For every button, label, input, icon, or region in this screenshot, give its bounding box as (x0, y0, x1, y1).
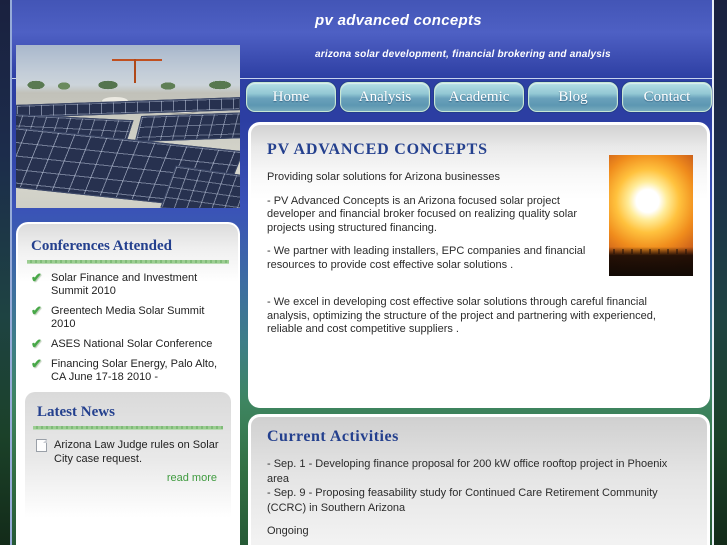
nav-blog-button[interactable]: Blog (528, 82, 618, 112)
news-list-item: Arizona Law Judge rules on Solar City ca… (36, 438, 221, 466)
conference-label: Financing Solar Energy, Palo Alto, CA Ju… (51, 358, 218, 383)
activity-line: Ongoing (267, 525, 309, 537)
latest-news-card: Latest News Arizona Law Judge rules on S… (25, 392, 231, 545)
current-activities-card: Current Activities - Sep. 1 - Developing… (248, 414, 710, 545)
latest-news-heading: Latest News (37, 404, 115, 420)
activity-line: - Sep. 9 - Proposing feasability study f… (267, 487, 658, 514)
check-icon: ✔ (31, 303, 42, 318)
activity-line: - Sep. 1 - Developing finance proposal f… (267, 458, 668, 485)
main-navigation: Home Analysis Academic Blog Contact (246, 82, 712, 112)
conference-label: Solar Finance and Investment Summit 2010 (51, 272, 198, 297)
check-icon: ✔ (31, 356, 42, 371)
sunset-photo (609, 155, 693, 276)
conference-label: Greentech Media Solar Summit 2010 (51, 305, 205, 330)
check-icon: ✔ (31, 270, 42, 285)
nav-home-button[interactable]: Home (246, 82, 336, 112)
document-icon (36, 439, 47, 452)
conference-list-item: ✔ ASES National Solar Conference (31, 336, 227, 351)
nav-contact-button[interactable]: Contact (622, 82, 712, 112)
green-divider (27, 260, 229, 264)
sidebar: Conferences Attended ✔ Solar Finance and… (16, 222, 240, 545)
news-item-text: Arizona Law Judge rules on Solar City ca… (54, 439, 219, 465)
crane-icon (134, 59, 136, 83)
conference-list-item: ✔ Solar Finance and Investment Summit 20… (31, 270, 227, 298)
conference-label: ASES National Solar Conference (51, 338, 213, 350)
green-divider (33, 426, 223, 430)
excel-paragraph: - We excel in developing cost effective … (267, 296, 656, 335)
site-tagline: arizona solar development, financial bro… (315, 49, 611, 60)
crane-icon (112, 59, 162, 61)
solar-panels-photo (16, 45, 240, 208)
nav-analysis-button[interactable]: Analysis (340, 82, 430, 112)
conference-list-item: ✔ Greentech Media Solar Summit 2010 (31, 303, 227, 331)
solar-panel-row (134, 112, 240, 142)
check-icon: ✔ (31, 336, 42, 351)
conferences-heading: Conferences Attended (31, 238, 172, 254)
read-more-link[interactable]: read more (33, 472, 217, 484)
website-screenshot: pv advanced concepts arizona solar devel… (0, 0, 727, 545)
site-title: pv advanced concepts (315, 12, 482, 29)
main-content-card: PV ADVANCED CONCEPTS Providing solar sol… (248, 122, 710, 408)
nav-academic-button[interactable]: Academic (434, 82, 524, 112)
site-brand: pv advanced concepts arizona solar devel… (315, 12, 611, 60)
current-activities-heading: Current Activities (267, 428, 399, 445)
conference-list-item: ✔ Financing Solar Energy, Palo Alto, CA … (31, 356, 227, 384)
page-background: pv advanced concepts arizona solar devel… (10, 0, 714, 545)
treeline-art (16, 79, 240, 91)
